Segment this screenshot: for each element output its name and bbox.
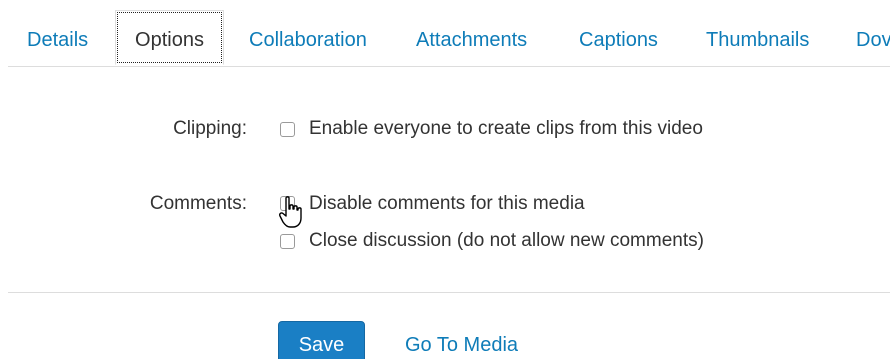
clipping-label: Clipping: xyxy=(173,118,247,139)
tab-download[interactable]: Dov xyxy=(856,28,890,52)
media-edit-page: Details Options Collaboration Attachment… xyxy=(0,0,890,359)
tab-attachments[interactable]: Attachments xyxy=(416,28,527,52)
tab-captions[interactable]: Captions xyxy=(579,28,658,52)
tab-collaboration[interactable]: Collaboration xyxy=(249,28,367,52)
disable-comments-label[interactable]: Disable comments for this media xyxy=(309,193,585,215)
go-to-media-link[interactable]: Go To Media xyxy=(405,334,518,357)
close-discussion-label[interactable]: Close discussion (do not allow new comme… xyxy=(309,230,704,252)
tab-divider xyxy=(8,66,890,67)
enable-clips-label[interactable]: Enable everyone to create clips from thi… xyxy=(309,118,703,140)
tab-details[interactable]: Details xyxy=(27,28,88,52)
save-button[interactable]: Save xyxy=(278,321,365,359)
tab-thumbnails[interactable]: Thumbnails xyxy=(706,28,809,52)
close-discussion-checkbox[interactable] xyxy=(280,234,295,249)
hand-pointer-icon xyxy=(279,196,302,228)
tab-bar: Details Options Collaboration Attachment… xyxy=(0,0,890,66)
form-divider xyxy=(8,292,890,293)
comments-label: Comments: xyxy=(149,193,247,214)
tab-options[interactable]: Options xyxy=(115,10,224,65)
enable-clips-checkbox[interactable] xyxy=(280,122,295,137)
